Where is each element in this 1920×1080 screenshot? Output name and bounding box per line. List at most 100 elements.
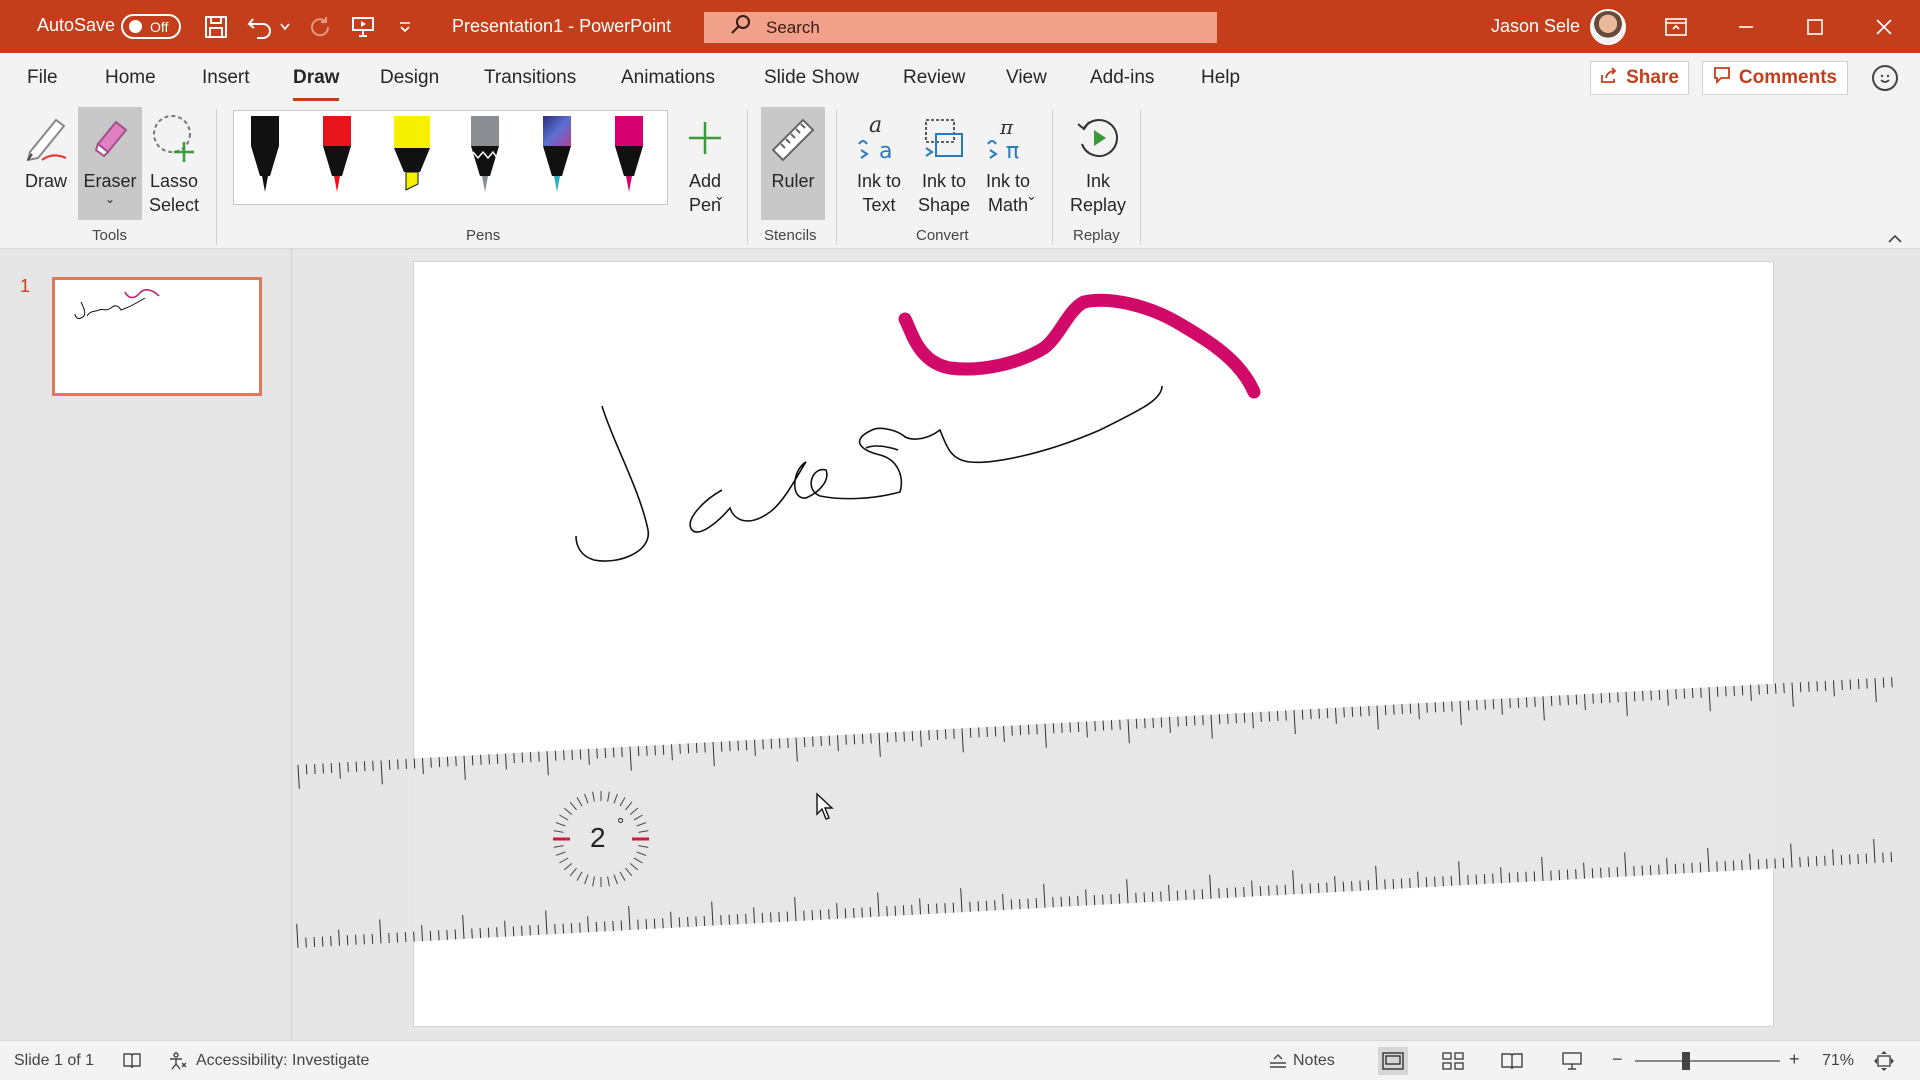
accessibility-status[interactable]: Accessibility: Investigate <box>196 1052 369 1070</box>
ruler-tick <box>1093 895 1096 906</box>
ruler-tick <box>1484 699 1486 710</box>
ruler-tick <box>321 936 324 947</box>
ruler-tick <box>1036 724 1038 735</box>
ruler-tick <box>596 748 598 759</box>
ruler-tick <box>1566 869 1569 880</box>
ruler-tick <box>1683 688 1686 699</box>
normal-view-icon[interactable] <box>1381 1050 1405 1072</box>
ruler-tick <box>1068 896 1071 907</box>
zoom-in-button[interactable]: + <box>1789 1049 1800 1070</box>
ruler-tick <box>430 757 432 768</box>
spell-check-icon[interactable] <box>120 1050 144 1072</box>
ruler-tick <box>927 903 930 914</box>
ruler-tick <box>1525 871 1527 882</box>
ruler-angle-value: 2 <box>590 822 606 853</box>
fit-slide-icon[interactable] <box>1872 1050 1896 1072</box>
dial-tick <box>553 830 564 833</box>
ruler-tick <box>413 931 415 942</box>
zoom-level[interactable]: 71% <box>1822 1052 1854 1070</box>
ruler-tick <box>687 743 690 754</box>
ruler-tick <box>1052 723 1055 734</box>
ruler-tick <box>1152 717 1154 728</box>
ruler-tick <box>936 729 939 740</box>
ruler-tick <box>1185 890 1187 901</box>
ruler-tick <box>330 763 333 774</box>
ruler-tick <box>1259 886 1262 897</box>
dial-tick <box>559 857 569 864</box>
ruler-tick <box>1550 695 1553 706</box>
ruler-tick <box>1649 865 1652 876</box>
ruler-tick <box>604 921 606 932</box>
ruler-tick <box>604 747 607 759</box>
ruler-tick <box>1699 862 1702 873</box>
ruler-tick <box>314 763 316 775</box>
ruler-tick <box>313 936 316 948</box>
ruler-tick <box>1592 693 1594 704</box>
ruler-tick <box>1467 874 1469 885</box>
ruler-tick <box>1110 894 1112 905</box>
ruler-tick <box>1342 881 1345 892</box>
dial-tick <box>569 801 577 811</box>
ruler-tick <box>471 755 474 766</box>
ruler-tick <box>570 923 573 934</box>
ruler-tick <box>1052 897 1054 908</box>
slide-show-icon[interactable] <box>1560 1050 1584 1072</box>
reading-view-icon[interactable] <box>1500 1050 1524 1072</box>
ruler-tick <box>1550 870 1552 881</box>
ruler-tick <box>936 903 938 914</box>
zoom-slider-thumb[interactable] <box>1682 1052 1690 1070</box>
ruler-tick <box>803 736 806 748</box>
ruler-tick <box>1608 692 1611 703</box>
notes-label[interactable]: Notes <box>1293 1052 1335 1070</box>
ruler-tick <box>1716 686 1719 697</box>
slide-sorter-icon[interactable] <box>1441 1050 1465 1072</box>
ruler-tick <box>405 758 407 769</box>
ruler-tick <box>1732 860 1735 871</box>
ruler-tick <box>479 928 482 939</box>
ruler-tick <box>737 740 739 751</box>
ruler-tick <box>820 736 822 747</box>
ruler-tick <box>1534 696 1536 707</box>
ruler-tick <box>1725 686 1727 697</box>
ruler-tick <box>1201 889 1204 900</box>
ruler-tick <box>1774 683 1777 694</box>
dial-tick <box>619 797 626 807</box>
ruler-tick <box>562 923 565 934</box>
ruler-tick <box>612 747 615 758</box>
dial-tick <box>629 863 639 871</box>
ruler-tick <box>695 742 698 753</box>
ruler-tick <box>355 761 358 772</box>
ruler-tick <box>621 747 623 758</box>
ruler-tick <box>977 901 980 912</box>
ruler-tick <box>1119 719 1121 730</box>
dial-tick <box>592 876 595 887</box>
zoom-slider-track[interactable] <box>1635 1060 1780 1062</box>
ruler-tick <box>1849 679 1852 690</box>
ruler-tick <box>1683 863 1685 874</box>
ruler-tick <box>554 750 557 761</box>
ruler-tick <box>1227 713 1229 724</box>
ruler-stencil[interactable] <box>0 0 1920 1080</box>
notes-icon[interactable] <box>1266 1050 1290 1072</box>
ruler-tick <box>687 916 689 927</box>
ruler-tick <box>1027 724 1030 735</box>
ruler-tick <box>1409 878 1411 889</box>
ruler-tick <box>1151 891 1154 902</box>
ruler-tick <box>861 907 863 918</box>
dial-tick <box>613 793 618 804</box>
zoom-out-button[interactable]: − <box>1612 1049 1623 1070</box>
ruler-tick <box>1840 854 1843 865</box>
ruler-tick <box>1218 714 1221 725</box>
ruler-tick <box>1301 709 1304 720</box>
ruler-tick <box>487 927 490 938</box>
ruler-tick <box>1642 690 1644 701</box>
accessibility-icon[interactable] <box>166 1050 190 1072</box>
ruler-tick <box>662 918 664 929</box>
ruler-tick <box>812 736 814 747</box>
ruler-tick <box>429 930 432 941</box>
ruler-tick <box>886 906 888 917</box>
ruler-tick <box>1409 703 1412 714</box>
ruler-tick <box>1865 853 1868 864</box>
ruler-tick <box>985 900 988 911</box>
ruler-tick <box>322 763 324 774</box>
